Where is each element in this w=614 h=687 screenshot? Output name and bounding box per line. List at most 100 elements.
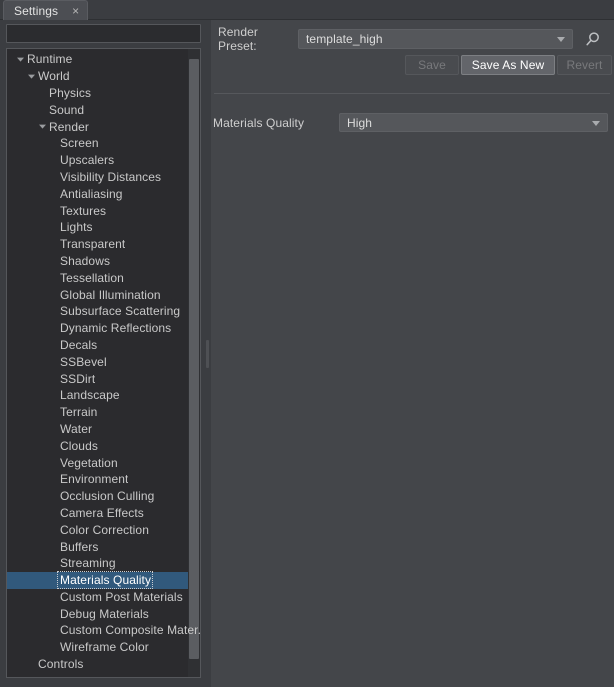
tree-item[interactable]: Dynamic Reflections <box>7 320 188 337</box>
tree-item-content: Physics <box>7 86 91 100</box>
settings-tree: Runtime World Physics Sound Render Screen Upsc… <box>6 48 201 678</box>
tree-item[interactable]: Color Correction <box>7 521 188 538</box>
tree-item-content: Render <box>7 120 89 134</box>
tree-item[interactable]: Terrain <box>7 404 188 421</box>
tree-item-content: Environment <box>7 472 128 486</box>
tree-item[interactable]: Occlusion Culling <box>7 488 188 505</box>
tree-item[interactable]: World <box>7 68 188 85</box>
tree-item[interactable]: Lights <box>7 219 188 236</box>
tree-item[interactable]: Upscalers <box>7 152 188 169</box>
tree-item[interactable]: Buffers <box>7 538 188 555</box>
tree-item-label: World <box>38 69 70 84</box>
tree-item[interactable]: Physics <box>7 85 188 102</box>
tree-item[interactable]: Controls <box>7 656 188 673</box>
tree-item-label: Custom Composite Mater... <box>60 623 200 638</box>
tree-item-label: Render <box>49 119 89 134</box>
save-button[interactable]: Save <box>405 55 459 75</box>
tree-item-label: Water <box>60 421 93 436</box>
tree-item[interactable]: Vegetation <box>7 454 188 471</box>
tree-item-label: Visibility Distances <box>60 169 162 184</box>
tree-item-label: Custom Post Materials <box>60 589 183 604</box>
tree-item-content: Visibility Distances <box>7 170 161 184</box>
tree-item[interactable]: Camera Effects <box>7 505 188 522</box>
tree-item[interactable]: Landscape <box>7 387 188 404</box>
tree-item-label: Sound <box>49 102 85 117</box>
tree-item[interactable]: Textures <box>7 202 188 219</box>
tree-item[interactable]: Streaming <box>7 555 188 572</box>
tree-item-label: Dynamic Reflections <box>60 321 172 336</box>
chevron-down-icon[interactable] <box>15 55 26 64</box>
filter-field[interactable] <box>6 24 201 43</box>
materials-quality-label: Materials Quality <box>213 115 305 130</box>
tree-item[interactable]: Global Illumination <box>7 286 188 303</box>
tree-item-label: Subsurface Scattering <box>60 304 181 319</box>
render-preset-combobox[interactable]: template_high <box>298 29 573 49</box>
tree-item-label: Color Correction <box>60 522 149 537</box>
tree-item[interactable]: Debug Materials <box>7 605 188 622</box>
search-preset-button[interactable] <box>580 27 604 51</box>
scrollbar-thumb[interactable] <box>189 59 199 659</box>
filter-input[interactable] <box>7 25 200 42</box>
tree-item-label: Clouds <box>60 438 98 453</box>
tree-item-content: Upscalers <box>7 153 114 167</box>
tree-item[interactable]: Runtime <box>7 51 188 68</box>
render-preset-value: template_high <box>306 32 383 46</box>
tree-item-content: Antialiasing <box>7 187 123 201</box>
materials-quality-combobox[interactable]: High <box>339 113 608 132</box>
chevron-down-icon[interactable] <box>37 122 48 131</box>
tree-item[interactable]: Environment <box>7 471 188 488</box>
settings-tree-panel: Runtime World Physics Sound Render Screen Upsc… <box>0 20 205 687</box>
tree-item[interactable]: Shadows <box>7 253 188 270</box>
tree-item[interactable]: Water <box>7 421 188 438</box>
tree-item[interactable]: SSDirt <box>7 370 188 387</box>
tree-item[interactable]: Tessellation <box>7 269 188 286</box>
chevron-down-icon[interactable] <box>557 37 565 42</box>
tree-item[interactable]: Wireframe Color <box>7 639 188 656</box>
chevron-down-icon[interactable] <box>592 120 600 126</box>
tab-settings-label: Settings <box>14 3 59 18</box>
tree-item[interactable]: Visibility Distances <box>7 169 188 186</box>
tree-item-content: Global Illumination <box>7 288 161 302</box>
tree-item-content: Streaming <box>7 556 116 570</box>
tree-item-content: Custom Post Materials <box>7 590 183 604</box>
tree-item-label: Tessellation <box>60 270 124 285</box>
close-icon[interactable]: × <box>71 5 80 17</box>
tree-item[interactable]: Render <box>7 118 188 135</box>
section-divider <box>214 93 610 94</box>
tree-item-label: Terrain <box>60 405 98 420</box>
tree-item[interactable]: Decals <box>7 337 188 354</box>
tree-item-content: Wireframe Color <box>7 640 149 654</box>
tree-item[interactable]: SSBevel <box>7 353 188 370</box>
tree-item-label: Buffers <box>60 539 99 554</box>
tree-item-content: Controls <box>7 657 83 671</box>
tree-item-label: Lights <box>60 220 93 235</box>
tree-item-content: Tessellation <box>7 271 124 285</box>
tree-item-content: Color Correction <box>7 523 149 537</box>
tree-item-label: Debug Materials <box>60 606 149 621</box>
tree-item[interactable]: Screen <box>7 135 188 152</box>
tree-item-content: Terrain <box>7 405 97 419</box>
tree-item-content: Subsurface Scattering <box>7 304 180 318</box>
tree-item[interactable]: Custom Post Materials <box>7 589 188 606</box>
settings-window: Settings × Runtime World Physics Sound Rende… <box>0 0 614 687</box>
tree-vertical-scrollbar[interactable] <box>188 49 200 677</box>
materials-quality-row: Materials Quality High <box>211 113 614 132</box>
save-as-new-button[interactable]: Save As New <box>461 55 555 75</box>
tree-item[interactable]: Antialiasing <box>7 185 188 202</box>
tab-settings[interactable]: Settings × <box>3 0 89 20</box>
tree-item[interactable]: Transparent <box>7 236 188 253</box>
tree-item[interactable]: Custom Composite Mater... <box>7 622 200 639</box>
splitter-grip[interactable] <box>206 340 209 368</box>
materials-quality-value: High <box>347 115 373 130</box>
tree-item-content: Landscape <box>7 388 120 402</box>
search-icon <box>585 31 599 45</box>
revert-button[interactable]: Revert <box>557 55 612 75</box>
tree-item-label: Runtime <box>27 52 73 67</box>
tree-item-content: Occlusion Culling <box>7 489 154 503</box>
tree-item[interactable]: Clouds <box>7 437 188 454</box>
tree-item[interactable]: Subsurface Scattering <box>7 303 188 320</box>
tree-item-selected[interactable]: Materials Quality <box>7 571 188 590</box>
tree-item-content: Decals <box>7 338 97 352</box>
tree-item[interactable]: Sound <box>7 101 188 118</box>
chevron-down-icon[interactable] <box>26 72 37 81</box>
